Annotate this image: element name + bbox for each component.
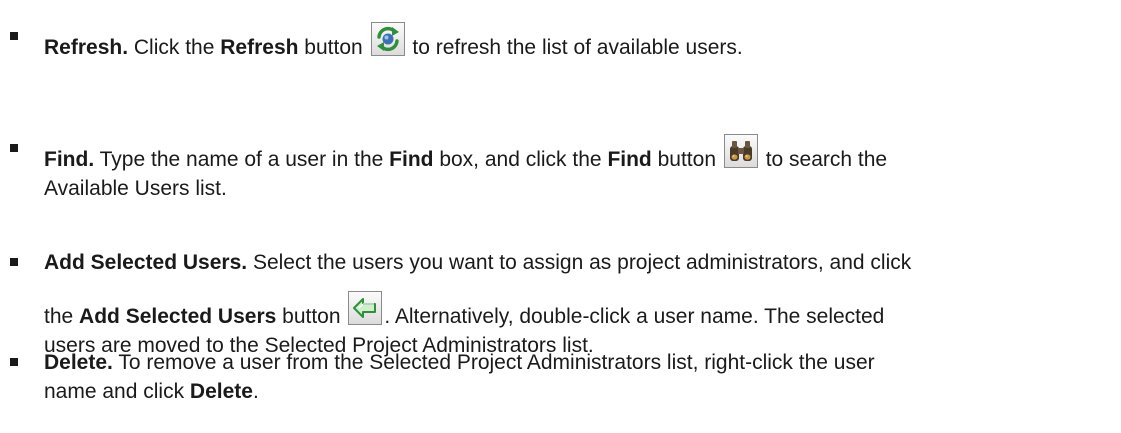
line: Find. Type the name of a user in the Fin… bbox=[44, 134, 1104, 174]
text: to refresh the list of available users. bbox=[412, 36, 743, 59]
bullet-item-delete: Delete. To remove a user from the Select… bbox=[10, 348, 1104, 406]
bullet-marker bbox=[10, 32, 18, 40]
text: Available Users list. bbox=[44, 177, 227, 200]
add-arrow-icon bbox=[353, 298, 377, 318]
text: Type the name of a user in the bbox=[99, 148, 384, 171]
line: Delete. To remove a user from the Select… bbox=[44, 348, 1104, 377]
refresh-icon bbox=[376, 26, 399, 52]
bullet-item-find: Find. Type the name of a user in the Fin… bbox=[10, 134, 1104, 203]
button-name: Find bbox=[607, 148, 652, 171]
text: box, and click the bbox=[439, 148, 602, 171]
text: the bbox=[44, 305, 74, 328]
text: name and click bbox=[44, 380, 185, 403]
line: name and click Delete. bbox=[44, 377, 1104, 406]
find-button[interactable] bbox=[723, 134, 758, 168]
action-name: Delete bbox=[189, 380, 253, 403]
bullet-item-refresh: Refresh. Click the Refresh button to ref… bbox=[10, 22, 1104, 62]
refresh-button[interactable] bbox=[370, 22, 405, 56]
text: button bbox=[282, 305, 341, 328]
text: To remove a user from the Selected Proje… bbox=[118, 351, 875, 374]
bullet-item-add-selected-users: Add Selected Users. Select the users you… bbox=[10, 248, 1104, 360]
add-selected-users-button[interactable] bbox=[348, 291, 383, 325]
button-name: Add Selected Users bbox=[79, 305, 277, 328]
bullet-marker bbox=[10, 144, 18, 152]
text: button bbox=[304, 36, 363, 59]
item-title: Add Selected Users. bbox=[44, 251, 248, 274]
line: Add Selected Users. Select the users you… bbox=[44, 248, 1104, 277]
text: Select the users you want to assign as p… bbox=[252, 251, 912, 274]
box-name: Find bbox=[389, 148, 434, 171]
item-title: Refresh. bbox=[44, 36, 129, 59]
bullet-marker bbox=[10, 358, 18, 366]
binoculars-icon bbox=[729, 141, 752, 161]
item-title: Find. bbox=[44, 148, 95, 171]
bullet-marker bbox=[10, 258, 18, 266]
button-name: Refresh bbox=[220, 36, 299, 59]
line: Available Users list. bbox=[44, 174, 1104, 203]
line: the Add Selected Users button . Alternat… bbox=[44, 291, 1104, 331]
text: to search the bbox=[765, 148, 888, 171]
text: . bbox=[252, 380, 259, 403]
text: button bbox=[657, 148, 716, 171]
item-title: Delete. bbox=[44, 351, 113, 374]
text: . Alternatively, double-click a user nam… bbox=[384, 305, 885, 328]
text: Click the bbox=[133, 36, 215, 59]
line: Refresh. Click the Refresh button to ref… bbox=[44, 22, 1104, 62]
help-document: Refresh. Click the Refresh button to ref… bbox=[0, 0, 1121, 433]
